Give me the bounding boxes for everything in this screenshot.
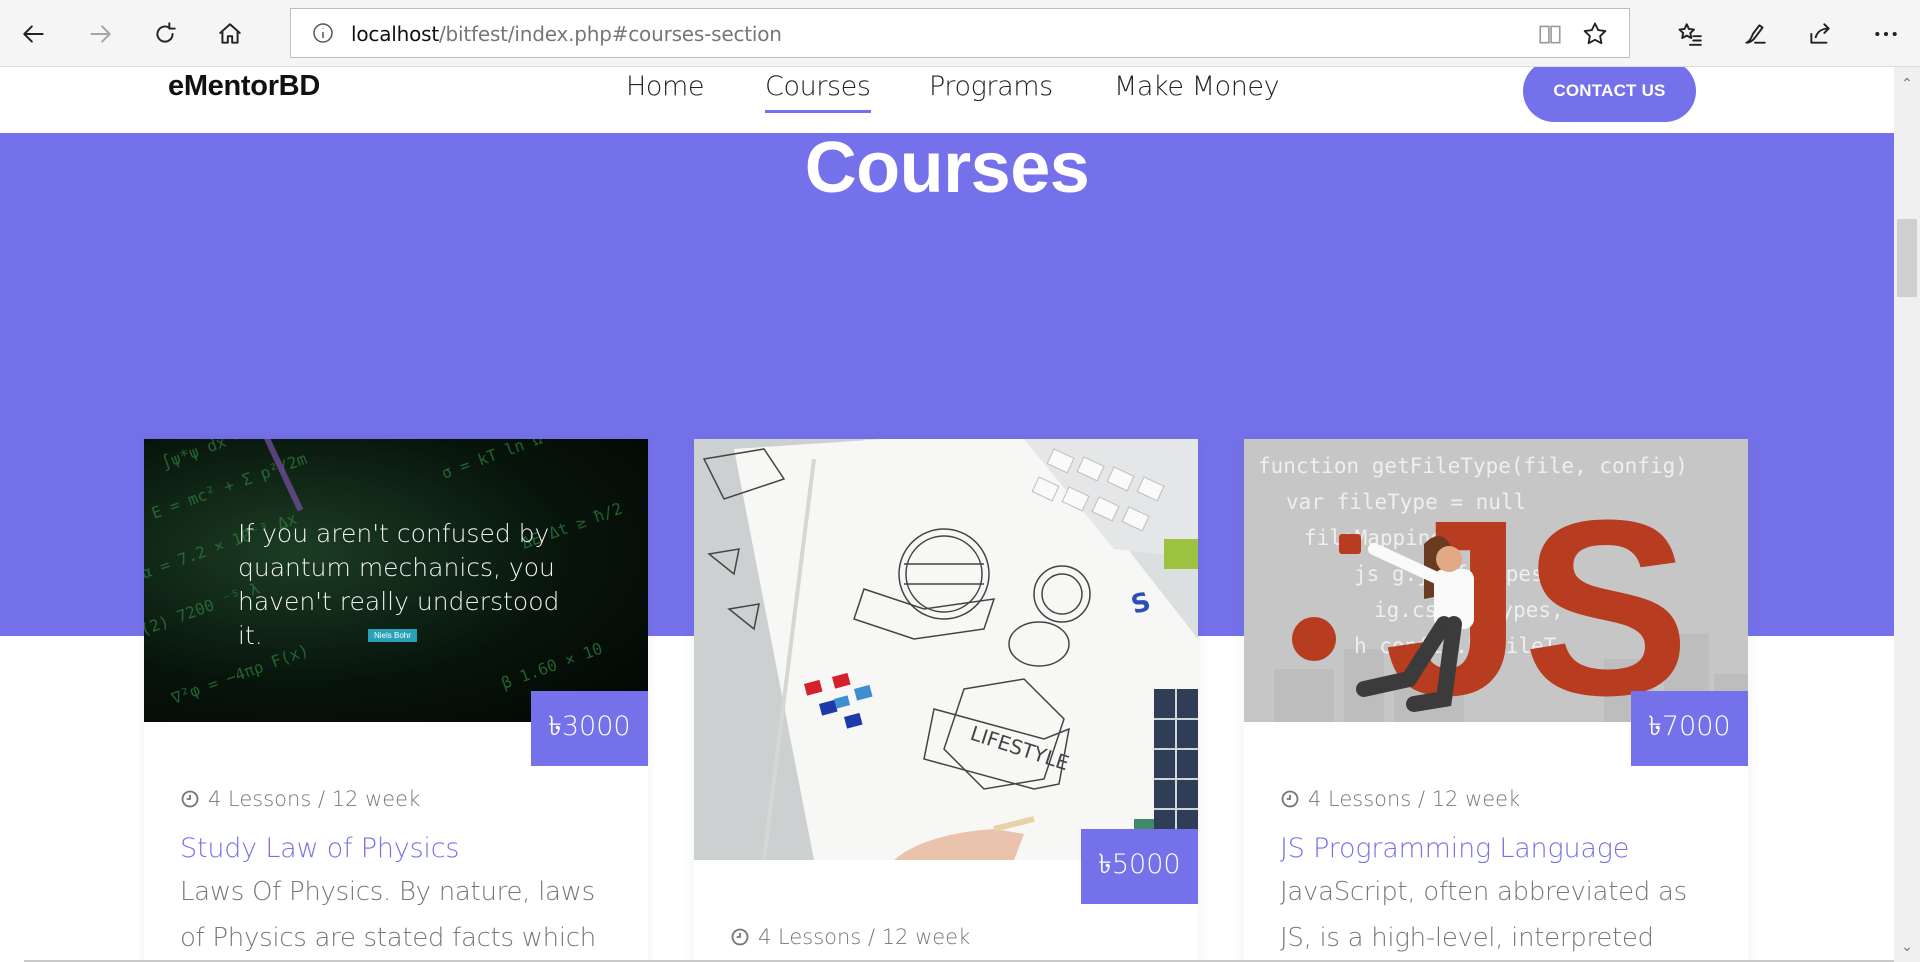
- refresh-button[interactable]: [145, 14, 185, 54]
- refresh-icon: [156, 22, 176, 43]
- arrow-left-icon: [23, 25, 44, 43]
- info-icon[interactable]: [311, 21, 335, 45]
- site-logo[interactable]: eMentorBD: [168, 70, 320, 103]
- url-text[interactable]: localhost/bitfest/index.php#courses-sect…: [351, 22, 782, 46]
- favorite-star-icon[interactable]: [1581, 20, 1609, 48]
- course-image-javascript: function getFileType(file, config) var f…: [1244, 439, 1748, 722]
- section-title: Courses: [804, 128, 1090, 208]
- nav-programs[interactable]: Programs: [929, 71, 1053, 102]
- scroll-up-icon[interactable]: ⌃: [1894, 71, 1920, 95]
- home-icon: [219, 23, 241, 44]
- home-button[interactable]: [210, 14, 250, 54]
- url-host: localhost: [351, 22, 439, 46]
- url-path: /bitfest/index.php#courses-section: [438, 22, 782, 46]
- clock-icon: [181, 790, 199, 808]
- browser-toolbar: localhost/bitfest/index.php#courses-sect…: [0, 0, 1920, 67]
- arrow-right-icon: [90, 25, 111, 43]
- course-meta: 4 Lessons / 12 week: [730, 925, 970, 949]
- course-description: JavaScript, often abbreviated as JS, is …: [1280, 877, 1687, 953]
- course-title[interactable]: JS Programming Language: [1280, 833, 1629, 864]
- lessons-duration: 4 Lessons / 12 week: [758, 925, 971, 949]
- course-meta: 4 Lessons / 12 week: [180, 787, 420, 811]
- notes-button[interactable]: [1735, 14, 1775, 54]
- price-badge: ৳5000: [1081, 829, 1198, 904]
- nav-courses[interactable]: Courses: [765, 71, 871, 113]
- lessons-duration: 4 Lessons / 12 week: [208, 787, 421, 811]
- course-image-design: LIFESTYLE S: [694, 439, 1198, 860]
- course-card[interactable]: function getFileType(file, config) var f…: [1244, 439, 1748, 962]
- js-illustration: function getFileType(file, config) var f…: [1244, 439, 1748, 722]
- vertical-scrollbar[interactable]: ⌃ ⌄: [1894, 67, 1920, 962]
- site-header: eMentorBD Home Courses Programs Make Mon…: [0, 67, 1894, 133]
- course-image-physics: ∫ψ*ψ dx = 1 ħ ∂/∂t E = mc² + Σ p²/2m α =…: [144, 439, 648, 722]
- nav-make-money[interactable]: Make Money: [1114, 71, 1280, 102]
- share-icon: [1810, 23, 1830, 44]
- course-card[interactable]: ∫ψ*ψ dx = 1 ħ ∂/∂t E = mc² + Σ p²/2m α =…: [144, 439, 648, 962]
- price-badge: ৳7000: [1631, 691, 1748, 766]
- course-description: Laws Of Physics. By nature, laws of Phys…: [180, 877, 596, 953]
- course-meta: 4 Lessons / 12 week: [1280, 787, 1520, 811]
- more-dots-icon: [1875, 31, 1897, 37]
- address-bar[interactable]: localhost/bitfest/index.php#courses-sect…: [290, 8, 1630, 58]
- forward-button[interactable]: [80, 14, 120, 54]
- price-badge: ৳3000: [531, 691, 648, 766]
- scrollbar-thumb[interactable]: [1897, 219, 1917, 297]
- favorites-button[interactable]: [1670, 14, 1710, 54]
- share-button[interactable]: [1800, 14, 1840, 54]
- quote-attribution: Niels Bohr: [368, 629, 417, 642]
- sketchbook-illustration: LIFESTYLE S: [694, 439, 1198, 860]
- pen-icon: [1745, 24, 1766, 44]
- nav-home[interactable]: Home: [626, 71, 705, 102]
- clock-icon: [731, 928, 749, 946]
- course-card[interactable]: LIFESTYLE S ৳5000 4 Lessons / 12 week: [694, 439, 1198, 962]
- course-title[interactable]: Study Law of Physics: [180, 833, 459, 864]
- more-button[interactable]: [1866, 14, 1906, 54]
- favorites-list-icon: [1678, 23, 1702, 46]
- clock-icon: [1281, 790, 1299, 808]
- scroll-down-icon[interactable]: ⌄: [1894, 934, 1920, 958]
- back-button[interactable]: [14, 14, 54, 54]
- reading-view-icon[interactable]: [1537, 21, 1563, 47]
- page-viewport: Courses eMentorBD Home Courses Programs …: [0, 67, 1894, 962]
- contact-us-button[interactable]: CONTACT US: [1523, 67, 1696, 122]
- lessons-duration: 4 Lessons / 12 week: [1308, 787, 1521, 811]
- svg-text:σ = kT ln Ω: σ = kT ln Ω: [439, 439, 545, 483]
